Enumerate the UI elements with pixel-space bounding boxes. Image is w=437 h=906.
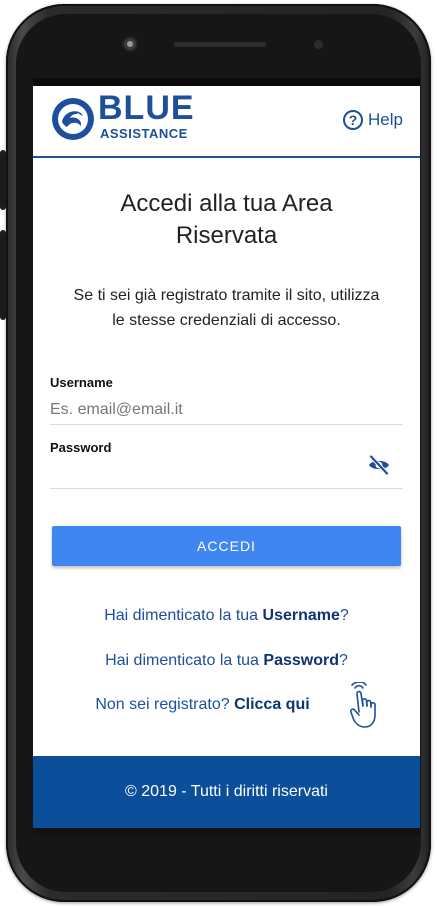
phone-sensor xyxy=(314,40,323,49)
phone-speaker xyxy=(174,42,266,47)
app-screen: BLUE ASSISTANCE ? Help Accedi alla tua A… xyxy=(33,78,420,828)
password-input[interactable] xyxy=(50,460,360,489)
help-label: Help xyxy=(368,110,403,129)
username-label: Username xyxy=(50,375,113,390)
password-underline xyxy=(50,488,403,489)
page-footer: © 2019 - Tutti i diritti riservati xyxy=(33,756,420,828)
eye-off-icon[interactable] xyxy=(367,453,391,477)
help-link[interactable]: ? Help xyxy=(343,110,403,130)
tap-hand-icon xyxy=(350,682,376,728)
blue-assistance-logo-icon xyxy=(52,98,94,140)
forgot-username-link[interactable]: Hai dimenticato la tua Username? xyxy=(33,607,420,625)
phone-bottom-bezel xyxy=(33,828,420,836)
page-title: Accedi alla tua Area Riservata xyxy=(120,190,333,249)
logo-subtitle: ASSISTANCE xyxy=(100,126,188,141)
status-bar xyxy=(33,78,420,86)
phone-side-button xyxy=(0,230,6,320)
app-header: BLUE ASSISTANCE ? Help xyxy=(33,86,420,158)
logo-wordmark: BLUE xyxy=(98,89,195,127)
forgot-password-link[interactable]: Hai dimenticato la tua Password? xyxy=(33,652,420,670)
front-camera-icon xyxy=(124,38,136,50)
page-description: Se ti sei già registrato tramite il sito… xyxy=(73,287,380,329)
register-link[interactable]: Non sei registrato? Clicca qui xyxy=(33,696,396,714)
username-input[interactable] xyxy=(50,396,403,425)
password-label: Password xyxy=(50,440,112,455)
copyright-text: © 2019 - Tutti i diritti riservati xyxy=(125,783,328,800)
login-button[interactable]: ACCEDI xyxy=(52,526,401,566)
help-circle-icon: ? xyxy=(343,110,364,130)
phone-side-button xyxy=(0,150,6,210)
